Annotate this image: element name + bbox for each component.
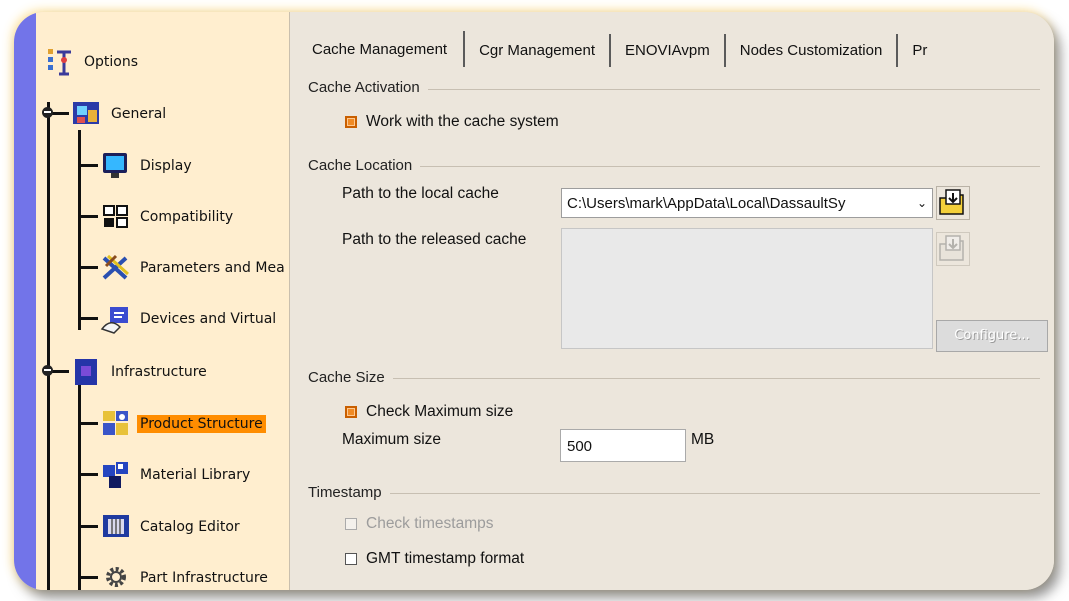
checkbox-checked (345, 406, 357, 418)
tree-connector (78, 525, 98, 528)
cache-location-title: Cache Location (308, 157, 421, 174)
collapse-general-toggle[interactable] (42, 107, 53, 118)
gmt-timestamp-format-checkbox[interactable]: GMT timestamp format (345, 550, 524, 568)
tree-item-label: Devices and Virtual (140, 311, 277, 327)
tree-item-display[interactable]: Display (100, 150, 195, 182)
tree-connector (47, 102, 50, 590)
checkbox-unchecked (345, 553, 357, 565)
infrastructure-icon (75, 359, 97, 385)
product-structure-icon (103, 411, 128, 435)
tree-connector (78, 130, 81, 330)
work-with-cache-checkbox[interactable]: Work with the cache system (345, 113, 559, 131)
tree-item-compatibility[interactable]: Compatibility (100, 201, 236, 233)
tree-item-product-structure[interactable]: Product Structure (100, 408, 266, 440)
section-divider (308, 378, 1040, 379)
section-divider (308, 493, 1040, 494)
general-icon (73, 102, 99, 124)
tree-connector (78, 266, 98, 269)
tree-item-label: Compatibility (140, 209, 234, 225)
tree-item-material-library[interactable]: Material Library (100, 459, 253, 491)
check-timestamps-label: Check timestamps (366, 515, 494, 532)
maximum-size-input[interactable]: 500 (560, 429, 686, 462)
tab-cache-management[interactable]: Cache Management (298, 31, 466, 67)
local-cache-path-select[interactable]: C:\Users\mark\AppData\Local\DassaultSy ⌄ (561, 188, 933, 218)
tree-item-label: Material Library (140, 467, 251, 483)
tree-item-general[interactable]: General (71, 98, 169, 130)
maximum-size-label: Maximum size (342, 431, 442, 448)
tree-connector (78, 473, 98, 476)
material-library-icon (103, 462, 128, 488)
check-timestamps-checkbox[interactable]: Check timestamps (345, 515, 493, 533)
folder-browse-icon (939, 189, 964, 215)
checkbox-checked (345, 116, 357, 128)
tree-item-label: Display (140, 158, 192, 174)
folder-browse-icon (939, 235, 964, 261)
display-monitor-icon (103, 153, 127, 178)
tree-item-part-infrastructure[interactable]: Part Infrastructure (100, 562, 271, 590)
tree-item-catalog-editor[interactable]: Catalog Editor (100, 511, 243, 543)
tree-item-options[interactable]: Options (44, 46, 141, 78)
tree-item-devices-virtual[interactable]: Devices and Virtual (100, 303, 279, 335)
tree-connector (78, 576, 98, 579)
size-unit-label: MB (691, 431, 715, 448)
cache-activation-title: Cache Activation (308, 79, 428, 96)
tree-connector (78, 164, 98, 167)
tree-item-label: Parameters and Mea (140, 260, 285, 276)
tab-product-partial[interactable]: Pr (898, 34, 941, 67)
tree-item-infrastructure[interactable]: Infrastructure (71, 356, 210, 388)
options-tree-panel: Options General Display Compatibility Pa… (14, 12, 290, 590)
options-window: Options General Display Compatibility Pa… (14, 12, 1054, 590)
tree-item-label: Catalog Editor (140, 519, 240, 535)
tab-nodes-customization[interactable]: Nodes Customization (726, 34, 899, 67)
tree-connector (78, 422, 98, 425)
tree-item-label: Options (84, 54, 139, 70)
work-with-cache-label: Work with the cache system (366, 113, 559, 130)
devices-virtual-icon (100, 307, 128, 334)
cache-management-panel: Cache Management Cgr Management ENOVIAvp… (290, 12, 1054, 590)
check-maximum-size-checkbox[interactable]: Check Maximum size (345, 403, 513, 421)
browse-released-cache-button[interactable] (936, 232, 970, 266)
released-cache-label: Path to the released cache (342, 231, 527, 248)
tree-connector (78, 380, 81, 590)
tree-item-parameters-measure[interactable]: Parameters and Mea (100, 252, 286, 284)
parameters-measure-icon (102, 254, 130, 280)
tab-enoviavpm[interactable]: ENOVIAvpm (611, 34, 726, 67)
released-cache-path-list[interactable] (561, 228, 933, 349)
tab-bar: Cache Management Cgr Management ENOVIAvp… (298, 31, 1054, 67)
gmt-timestamp-format-label: GMT timestamp format (366, 550, 525, 567)
options-tree-icon (48, 49, 71, 76)
tree-item-label: Part Infrastructure (140, 570, 268, 586)
local-cache-path-value: C:\Users\mark\AppData\Local\DassaultSy (567, 194, 846, 212)
tab-cgr-management[interactable]: Cgr Management (465, 34, 611, 67)
browse-local-cache-button[interactable] (936, 186, 970, 220)
chevron-down-icon: ⌄ (916, 196, 928, 210)
check-maximum-size-label: Check Maximum size (366, 403, 514, 420)
cache-size-title: Cache Size (308, 369, 393, 386)
catalog-editor-icon (103, 515, 129, 537)
timestamp-title: Timestamp (308, 484, 390, 501)
tree-connector (78, 215, 98, 218)
collapse-infrastructure-toggle[interactable] (42, 365, 53, 376)
local-cache-label: Path to the local cache (342, 185, 499, 202)
tree-connector (78, 317, 98, 320)
gear-icon (106, 567, 126, 587)
configure-button[interactable]: Configure... (936, 320, 1048, 352)
compatibility-icon (103, 205, 128, 228)
tree-item-label: General (111, 106, 167, 122)
tree-item-label: Product Structure (137, 415, 266, 433)
tree-item-label: Infrastructure (111, 364, 207, 380)
checkbox-unchecked (345, 518, 357, 530)
